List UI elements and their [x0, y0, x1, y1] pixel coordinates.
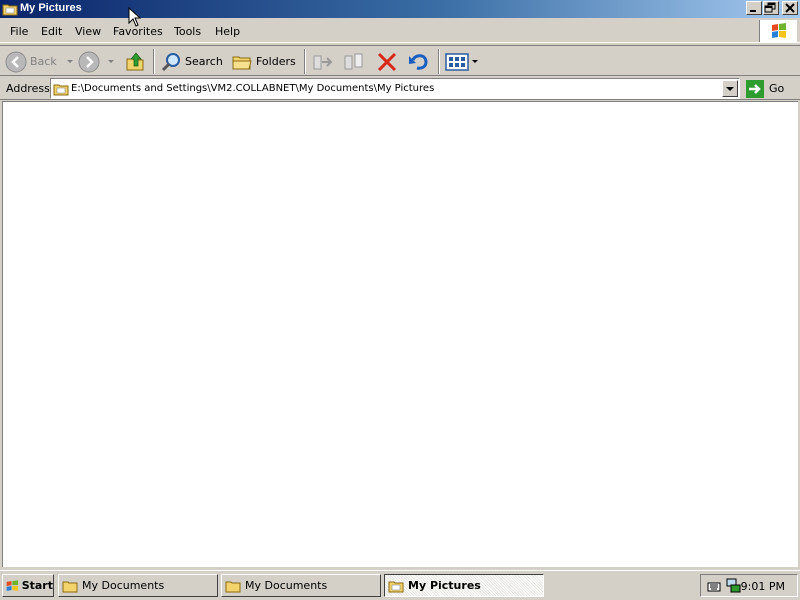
- explorer-window: My Pictures File Edit View Favorites Too…: [0, 0, 800, 570]
- delete-button[interactable]: [375, 49, 399, 74]
- folders-button[interactable]: Folders: [231, 49, 296, 74]
- forward-button[interactable]: [78, 49, 116, 74]
- mouse-cursor-icon: [128, 7, 142, 27]
- folder-icon: [53, 84, 69, 96]
- up-folder-icon: [126, 51, 144, 70]
- taskbar-item-my-documents-2[interactable]: My Documents: [221, 574, 381, 597]
- address-dropdown-button[interactable]: [722, 80, 738, 97]
- clock: 9:01 PM: [740, 580, 785, 593]
- go-label: Go: [769, 82, 785, 95]
- folder-icon: [2, 4, 18, 16]
- restore-icon: [764, 2, 776, 13]
- restore-button[interactable]: [763, 1, 779, 15]
- address-value: E:\Documents and Settings\VM2.COLLABNET\…: [71, 83, 435, 94]
- copy-to-icon: [344, 53, 363, 69]
- forward-arrow-icon: [78, 51, 100, 72]
- search-icon: [161, 52, 180, 71]
- close-button[interactable]: [782, 1, 798, 15]
- up-folder-button[interactable]: [124, 49, 146, 74]
- windows-logo-icon: [6, 579, 19, 591]
- start-label: Start: [21, 579, 53, 592]
- folders-icon: [232, 56, 252, 69]
- taskbar: Start My Documents My Documents My Pictu…: [0, 570, 800, 600]
- views-button[interactable]: [445, 49, 480, 74]
- address-bar: Address E:\Documents and Settings\VM2.CO…: [0, 77, 800, 100]
- network-icon[interactable]: [725, 578, 741, 594]
- taskbar-item-my-documents-1[interactable]: My Documents: [58, 574, 218, 597]
- menu-view[interactable]: View: [75, 25, 101, 38]
- menu-help[interactable]: Help: [215, 25, 240, 38]
- minimize-button[interactable]: [746, 1, 762, 15]
- back-label: Back: [30, 55, 57, 68]
- keyboard-icon[interactable]: [707, 579, 721, 593]
- folder-icon: [225, 581, 241, 592]
- views-icon: [445, 52, 469, 71]
- folder-content-area[interactable]: [2, 101, 798, 567]
- minimize-icon: [750, 10, 756, 12]
- windows-logo-icon: [759, 20, 797, 42]
- folder-icon: [62, 581, 78, 592]
- menu-file[interactable]: File: [10, 25, 28, 38]
- go-button[interactable]: Go: [745, 78, 797, 99]
- chevron-down-icon: [726, 87, 734, 91]
- menu-edit[interactable]: Edit: [41, 25, 62, 38]
- title-bar[interactable]: My Pictures: [0, 0, 800, 18]
- taskbar-item-label: My Documents: [82, 579, 165, 592]
- taskbar-item-label: My Documents: [245, 579, 328, 592]
- window-title: My Pictures: [20, 2, 82, 14]
- views-dropdown-icon[interactable]: [470, 58, 480, 66]
- back-arrow-icon: [5, 51, 27, 72]
- taskbar-item-my-pictures[interactable]: My Pictures: [384, 574, 544, 597]
- search-label: Search: [185, 55, 223, 68]
- forward-dropdown-icon[interactable]: [106, 58, 116, 66]
- go-arrow-icon: [746, 79, 764, 98]
- folders-label: Folders: [256, 55, 296, 68]
- delete-icon: [377, 52, 397, 71]
- undo-icon: [409, 53, 428, 70]
- folder-icon: [388, 581, 404, 592]
- copy-to-button[interactable]: [342, 49, 366, 74]
- move-to-icon: [313, 55, 333, 69]
- back-button[interactable]: Back: [5, 49, 75, 74]
- back-dropdown-icon[interactable]: [65, 58, 75, 66]
- close-icon: [785, 3, 795, 13]
- menu-bar: File Edit View Favorites Tools Help: [0, 19, 800, 43]
- address-field[interactable]: E:\Documents and Settings\VM2.COLLABNET\…: [50, 78, 740, 99]
- address-label: Address: [6, 82, 50, 95]
- move-to-button[interactable]: [311, 49, 335, 74]
- search-button[interactable]: Search: [160, 49, 223, 74]
- taskbar-item-label: My Pictures: [408, 579, 481, 592]
- undo-button[interactable]: [407, 49, 431, 74]
- start-button[interactable]: Start: [2, 574, 54, 597]
- menu-tools[interactable]: Tools: [174, 25, 201, 38]
- standard-toolbar: Back Search Folders: [0, 45, 800, 76]
- system-tray: 9:01 PM: [700, 574, 798, 597]
